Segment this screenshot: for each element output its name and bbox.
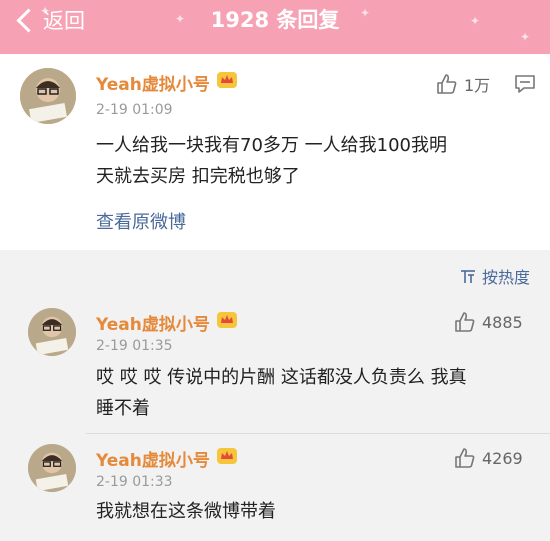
content-line: 一人给我一块我有70多万 一人给我100我明 [96, 135, 447, 156]
post-time: 2-19 01:09 [96, 102, 173, 118]
content-line: 天就去买房 扣完税也够了 [96, 166, 300, 187]
crown-icon [216, 71, 238, 94]
sort-label: 按热度 [481, 268, 530, 287]
avatar-image [28, 308, 76, 356]
reply-item: Yeah虚拟小号 2-19 01:35 4885 哎 哎 哎 传说中的片酬 这话… [0, 296, 550, 432]
content-line: 哎 哎 哎 传说中的片酬 这话都没人负责么 我真 [96, 367, 467, 388]
username: Yeah虚拟小号 [96, 315, 210, 335]
thumbs-up-icon [455, 448, 475, 468]
reply-content: 我就想在这条微博带着 [96, 496, 276, 527]
content-line: 睡不着 [96, 398, 150, 419]
like-button[interactable]: 4885 [454, 312, 523, 332]
content-line: 我就想在这条微博带着 [96, 501, 276, 522]
sort-icon [460, 270, 475, 283]
reply-time: 2-19 01:33 [96, 474, 173, 490]
like-button[interactable]: 1万 [436, 72, 490, 96]
avatar[interactable] [28, 444, 76, 492]
comment-icon [515, 75, 535, 93]
username: Yeah虚拟小号 [96, 75, 210, 95]
thumbs-up-icon [437, 74, 457, 94]
reply-content: 哎 哎 哎 传说中的片酬 这话都没人负责么 我真 睡不着 [96, 362, 467, 424]
username: Yeah虚拟小号 [96, 451, 210, 471]
thumbs-up-icon [455, 312, 475, 332]
sort-bar: 按热度 [0, 254, 550, 294]
avatar[interactable] [28, 308, 76, 356]
sort-button[interactable]: 按热度 [460, 264, 530, 288]
top-bar: ✦ ✦ ✦ ✦ ✦ 返回 1928 条回复 [0, 0, 550, 54]
crown-icon [216, 447, 238, 470]
view-original-link[interactable]: 查看原微博 [96, 208, 186, 234]
username-link[interactable]: Yeah虚拟小号 [96, 310, 238, 335]
username-link[interactable]: Yeah虚拟小号 [96, 446, 238, 471]
main-post-card: Yeah虚拟小号 2-19 01:09 1万 一人给我一块我有70多万 一人给我… [0, 54, 550, 250]
avatar-image [20, 68, 76, 124]
post-content: 一人给我一块我有70多万 一人给我100我明 天就去买房 扣完税也够了 [96, 130, 447, 192]
reply-item: Yeah虚拟小号 2-19 01:33 4269 我就想在这条微博带着 [0, 434, 550, 541]
like-count: 4269 [482, 448, 523, 468]
page-title: 1928 条回复 [210, 8, 340, 32]
like-button[interactable]: 4269 [454, 448, 523, 468]
reply-time: 2-19 01:35 [96, 338, 173, 354]
avatar-image [28, 444, 76, 492]
comment-button[interactable] [514, 74, 536, 98]
avatar[interactable] [20, 68, 76, 124]
crown-icon [216, 311, 238, 334]
username-link[interactable]: Yeah虚拟小号 [96, 70, 238, 95]
like-count: 1万 [464, 76, 491, 95]
like-count: 4885 [482, 312, 523, 332]
